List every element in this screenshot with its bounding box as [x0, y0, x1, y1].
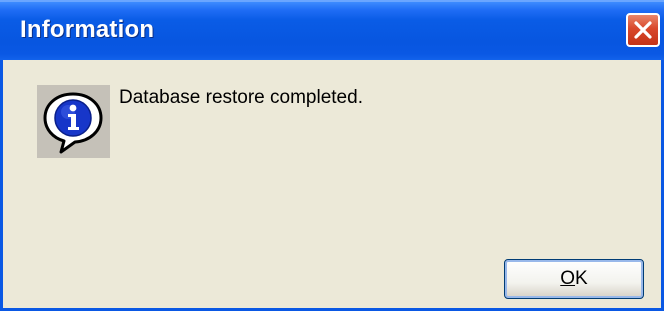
close-icon	[634, 21, 652, 39]
information-icon	[37, 85, 110, 158]
title-bar[interactable]: Information	[0, 0, 664, 60]
dialog-body: Database restore completed. OK	[0, 60, 664, 311]
window-title: Information	[20, 16, 155, 43]
ok-button-label: K	[575, 268, 588, 289]
information-dialog: Information Database restore completed.	[0, 0, 664, 311]
ok-button[interactable]: OK	[504, 259, 644, 299]
close-button[interactable]	[626, 13, 660, 47]
ok-button-mnemonic: O	[560, 268, 576, 289]
message-text: Database restore completed.	[119, 87, 363, 108]
